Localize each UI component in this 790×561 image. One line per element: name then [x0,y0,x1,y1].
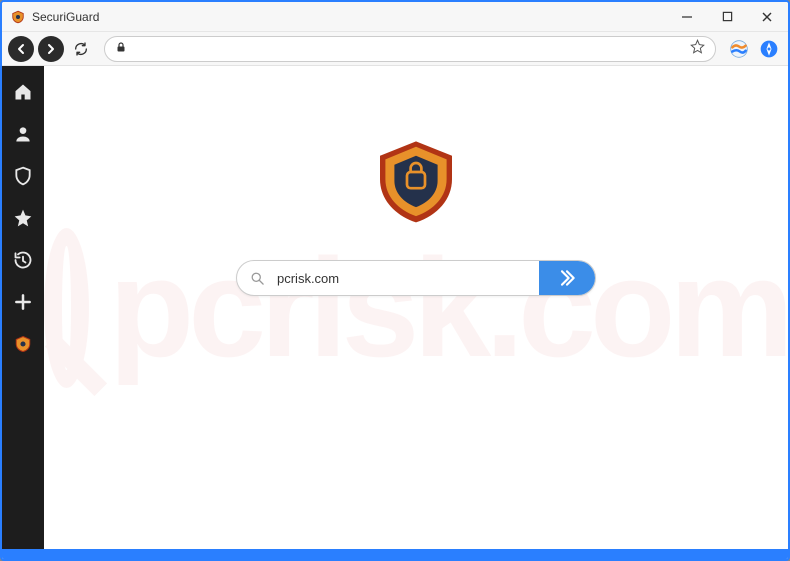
main-page: pcrisk.com [44,66,788,549]
shield-logo-icon [371,136,461,226]
minimize-button[interactable] [674,6,700,28]
bookmark-star-icon[interactable] [690,39,705,59]
extension-globe-icon[interactable] [728,38,750,60]
sidebar-item-user[interactable] [11,122,35,146]
sidebar [2,66,44,549]
reload-button[interactable] [68,36,94,62]
search-icon [237,271,277,286]
sidebar-item-home[interactable] [11,80,35,104]
close-button[interactable] [754,6,780,28]
maximize-button[interactable] [714,6,740,28]
url-input[interactable] [135,42,682,56]
window-controls [674,6,780,28]
hero [236,136,596,296]
content-area: pcrisk.com [2,66,788,549]
url-bar[interactable] [104,36,716,62]
search-input[interactable] [277,271,539,286]
navbar [2,32,788,66]
bottom-accent-bar [2,549,788,559]
window-title: SecuriGuard [32,10,674,24]
forward-button[interactable] [38,36,64,62]
lock-icon [115,40,127,58]
sidebar-item-shield-badge[interactable] [11,332,35,356]
app-icon [10,9,26,25]
sidebar-item-history[interactable] [11,248,35,272]
extension-compass-icon[interactable] [758,38,780,60]
app-window: SecuriGuard [0,0,790,561]
back-button[interactable] [8,36,34,62]
sidebar-item-shield[interactable] [11,164,35,188]
search-submit-button[interactable] [539,261,595,295]
sidebar-item-star[interactable] [11,206,35,230]
watermark-magnifier-icon [44,228,89,388]
search-box [236,260,596,296]
titlebar: SecuriGuard [2,2,788,32]
sidebar-item-add[interactable] [11,290,35,314]
